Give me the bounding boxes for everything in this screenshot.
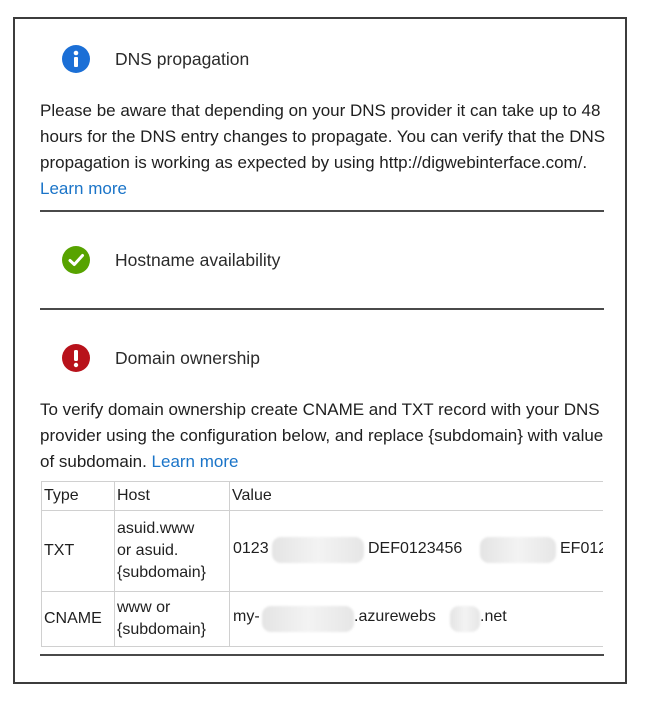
host-line: asuid.www [117, 520, 195, 537]
dns-propagation-text: Please be aware that depending on your D… [40, 101, 606, 172]
error-icon [62, 344, 90, 372]
table-row: CNAME www or {subdomain} my- .azurewebs … [41, 591, 603, 647]
dns-records-table: Type Host Value TXT asuid.www or asuid. … [41, 481, 603, 647]
checkmark-icon [62, 246, 90, 274]
column-header-type: Type [41, 481, 115, 511]
dns-propagation-header: DNS propagation [62, 45, 249, 73]
divider [40, 210, 604, 212]
value-segment: my- [233, 608, 260, 625]
redacted-region [480, 537, 556, 563]
host-line: {subdomain} [117, 621, 206, 638]
domain-ownership-title: Domain ownership [115, 347, 260, 368]
host-line: or asuid. [117, 542, 179, 559]
dns-propagation-message: Please be aware that depending on your D… [40, 98, 615, 202]
record-host-cell: www or {subdomain} [114, 591, 230, 647]
redacted-region [272, 537, 364, 563]
value-segment: DEF0123456 [368, 540, 463, 557]
table-row: TXT asuid.www or asuid. {subdomain} 0123… [41, 510, 603, 592]
domain-ownership-message: To verify domain ownership create CNAME … [40, 397, 615, 475]
ownership-learn-more-link[interactable]: Learn more [152, 452, 239, 471]
domain-ownership-header: Domain ownership [62, 344, 260, 372]
hostname-availability-header: Hostname availability [62, 246, 280, 274]
host-line: {subdomain} [117, 564, 206, 581]
record-type-cell: CNAME [41, 591, 115, 647]
custom-domain-validation-panel: DNS propagation Please be aware that dep… [13, 17, 627, 684]
column-header-host: Host [114, 481, 230, 511]
value-segment: .net [480, 608, 507, 625]
dns-learn-more-link[interactable]: Learn more [40, 179, 127, 198]
table-header-row: Type Host Value [41, 481, 603, 511]
info-icon [62, 45, 90, 73]
column-header-value: Value [229, 481, 603, 511]
dns-propagation-title: DNS propagation [115, 48, 250, 69]
record-host-cell: asuid.www or asuid. {subdomain} [114, 510, 230, 592]
divider [40, 654, 604, 656]
dns-records-table-container: Type Host Value TXT asuid.www or asuid. … [41, 481, 603, 647]
value-segment: 0123 [233, 540, 269, 557]
domain-ownership-text: To verify domain ownership create CNAME … [40, 400, 604, 471]
redacted-region [262, 606, 354, 632]
host-line: www or [117, 599, 171, 616]
value-segment: .azurewebs [354, 608, 436, 625]
record-value-cell: 0123 DEF0123456 EF012 [229, 510, 603, 592]
divider [40, 308, 604, 310]
hostname-availability-title: Hostname availability [115, 249, 281, 270]
record-type-cell: TXT [41, 510, 115, 592]
value-segment: EF012 [560, 540, 603, 557]
record-value-cell: my- .azurewebs .net [229, 591, 603, 647]
redacted-region [450, 606, 480, 632]
